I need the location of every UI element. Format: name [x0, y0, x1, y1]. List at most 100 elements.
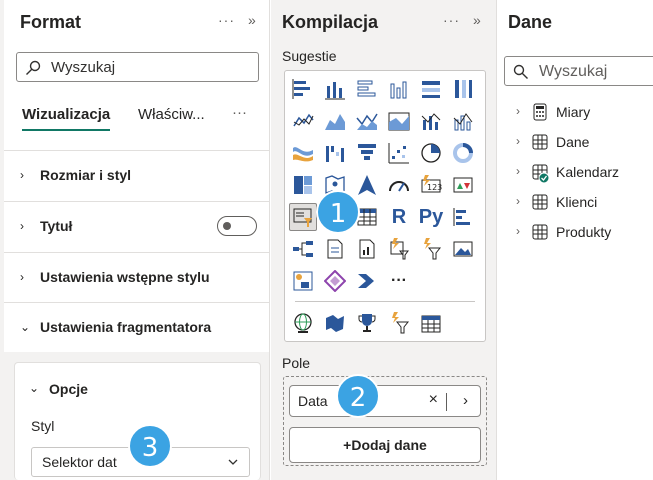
calendar-table-icon [532, 164, 550, 183]
search-icon [26, 60, 41, 75]
fields-label: Pole [282, 355, 311, 371]
section-label: Ustawienia fragmentatora [40, 319, 212, 335]
data-pane: Dane Wyszukaj › Miary › Dane › Kalendarz… [498, 0, 653, 480]
waterfall-chart-icon[interactable] [321, 139, 349, 167]
chevron-right-icon: › [516, 134, 520, 148]
format-search-placeholder: Wyszukaj [51, 59, 116, 76]
key-influencers-icon[interactable] [449, 203, 477, 231]
callout-badge-1: 1 [316, 190, 360, 234]
options-card-title[interactable]: Opcje [49, 381, 88, 397]
stacked-bar-chart-icon[interactable] [289, 75, 317, 103]
qa-visual-icon[interactable] [321, 235, 349, 263]
chevron-right-icon: › [516, 194, 520, 208]
data-search-input[interactable]: Wyszukaj [504, 56, 653, 86]
close-icon[interactable]: × [429, 391, 438, 409]
treemap-icon[interactable] [289, 171, 317, 199]
metrics-filter-icon[interactable] [385, 309, 413, 337]
image-visual-icon[interactable] [449, 235, 477, 263]
tree-item-label: Dane [556, 134, 590, 150]
100-stacked-bar-chart-icon[interactable] [417, 75, 445, 103]
more-visuals-icon[interactable]: ··· [385, 267, 413, 295]
build-pane-title: Kompilacja [282, 12, 379, 32]
callout-badge-2: 2 [336, 374, 380, 418]
table-icon [532, 194, 548, 210]
kpi-icon[interactable] [449, 171, 477, 199]
tree-item-label: Kalendarz [556, 164, 620, 180]
section-title[interactable]: › Tytuł [4, 201, 269, 251]
format-collapse-button[interactable]: » [248, 12, 257, 28]
divider [446, 393, 447, 411]
chevron-down-icon: ⌄ [20, 320, 31, 334]
line-clustered-column-chart-icon[interactable] [449, 107, 477, 135]
python-visual-icon[interactable]: Py [417, 203, 445, 231]
build-more-options-button[interactable]: ··· [443, 12, 460, 28]
section-slicer-settings[interactable]: ⌄ Ustawienia fragmentatora [4, 302, 269, 352]
chevron-right-icon: › [20, 270, 24, 284]
section-style-presets[interactable]: › Ustawienia wstępne stylu [4, 252, 269, 302]
chevron-right-icon: › [516, 104, 520, 118]
pie-chart-icon[interactable] [417, 139, 445, 167]
r-visual-icon[interactable]: R [385, 203, 413, 231]
filled-map-icon[interactable] [321, 309, 349, 337]
table-icon [532, 134, 548, 150]
100-stacked-column-chart-icon[interactable] [449, 75, 477, 103]
stacked-column-chart-icon[interactable] [321, 75, 349, 103]
title-toggle[interactable] [217, 216, 257, 236]
donut-chart-icon[interactable] [449, 139, 477, 167]
tab-visual[interactable]: Wizualizacja [22, 106, 111, 131]
clustered-bar-chart-icon[interactable] [353, 75, 381, 103]
format-pane-body: Format ··· » Wyszukaj Wizualizacja Właśc… [4, 0, 269, 480]
section-label: Tytuł [40, 218, 73, 234]
chevron-down-icon [228, 459, 238, 465]
gallery-divider [295, 301, 475, 302]
calculator-icon [533, 103, 547, 121]
build-collapse-button[interactable]: » [473, 12, 482, 28]
suggestions-label: Sugestie [282, 48, 337, 64]
power-automate-icon[interactable] [353, 267, 381, 295]
chevron-right-icon: › [516, 164, 520, 178]
metrics-visual-icon[interactable] [417, 235, 445, 263]
card-icon[interactable]: 123 [417, 171, 445, 199]
section-size-style[interactable]: › Rozmiar i styl [4, 150, 269, 200]
visualization-gallery: 123 R Py ··· [284, 70, 486, 342]
area-chart-icon[interactable] [321, 107, 349, 135]
line-chart-icon[interactable] [289, 107, 317, 135]
slicer-icon[interactable] [289, 203, 317, 231]
smart-narrative-icon[interactable] [385, 235, 413, 263]
tree-item-label: Klienci [556, 194, 598, 210]
format-pane: Format ··· » Wyszukaj Wizualizacja Właśc… [0, 0, 270, 480]
tabs-more-button[interactable]: ··· [232, 104, 247, 121]
clustered-column-chart-icon[interactable] [385, 75, 413, 103]
line-stacked-column-chart-icon[interactable] [417, 107, 445, 135]
section-label: Rozmiar i styl [40, 167, 132, 183]
chevron-right-icon: › [20, 219, 24, 233]
table-icon [532, 224, 548, 240]
power-apps-icon[interactable] [321, 267, 349, 295]
ribbon-chart-icon[interactable] [289, 139, 317, 167]
chevron-right-icon[interactable]: › [463, 392, 468, 409]
decomposition-tree-icon[interactable] [289, 235, 317, 263]
field-pill-date[interactable]: Data × › [289, 385, 481, 417]
gauge-icon[interactable] [385, 171, 413, 199]
power-apps-visual-icon[interactable] [289, 267, 317, 295]
paginated-report-icon[interactable] [353, 235, 381, 263]
field-well[interactable]: Data × › +Dodaj dane [283, 376, 487, 466]
search-icon [513, 64, 528, 79]
format-search-input[interactable]: Wyszukaj [16, 52, 259, 82]
field-name: Data [298, 393, 328, 409]
add-data-button[interactable]: +Dodaj dane [289, 427, 481, 463]
calendar-visual-icon[interactable] [417, 309, 445, 337]
globe-visual-icon[interactable] [289, 309, 317, 337]
scatter-chart-icon[interactable] [385, 139, 413, 167]
svg-text:123: 123 [427, 183, 442, 192]
tab-general[interactable]: Właściw... [138, 106, 205, 123]
azure-map-icon[interactable] [353, 171, 381, 199]
chevron-right-icon: › [516, 224, 520, 238]
stacked-area-chart-icon[interactable] [353, 107, 381, 135]
chevron-down-icon[interactable]: ⌄ [29, 381, 39, 395]
format-more-options-button[interactable]: ··· [218, 12, 235, 28]
funnel-chart-icon[interactable] [353, 139, 381, 167]
data-pane-title: Dane [508, 12, 553, 32]
trophy-visual-icon[interactable] [353, 309, 381, 337]
100-stacked-area-chart-icon[interactable] [385, 107, 413, 135]
